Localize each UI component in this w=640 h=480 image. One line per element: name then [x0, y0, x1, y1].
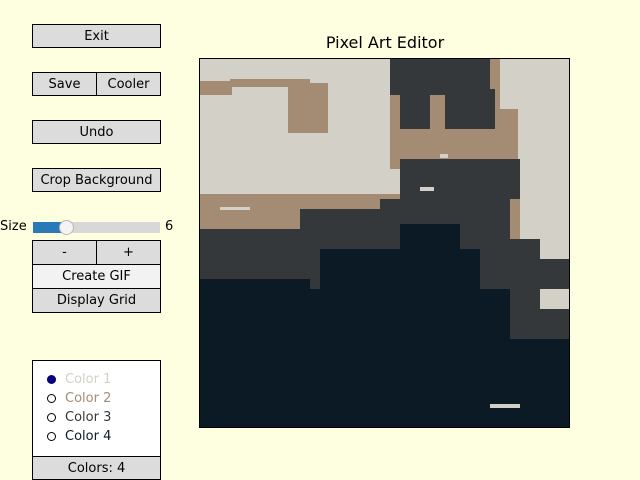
radio-button-icon[interactable]	[47, 431, 56, 441]
color-radio-group: Color 1 Color 2 Color 3 Color 4	[32, 360, 161, 457]
radio-button-icon[interactable]	[47, 374, 56, 384]
color-count-label: Colors: 4	[32, 456, 161, 480]
cooler-button[interactable]: Cooler	[96, 72, 161, 96]
radio-button-icon[interactable]	[47, 412, 56, 422]
undo-button[interactable]: Undo	[32, 120, 161, 144]
color-option-label: Color 2	[65, 390, 112, 406]
exit-button[interactable]: Exit	[32, 24, 161, 48]
color-option-1[interactable]: Color 1	[47, 370, 111, 388]
pixel-art-image[interactable]	[200, 59, 569, 427]
color-option-label: Color 1	[65, 371, 112, 387]
size-label: Size	[0, 219, 27, 234]
decrease-size-button[interactable]: -	[32, 240, 97, 265]
color-option-2[interactable]: Color 2	[47, 389, 111, 407]
radio-button-icon[interactable]	[47, 393, 56, 403]
size-slider[interactable]	[33, 220, 160, 235]
create-gif-button[interactable]: Create GIF	[32, 264, 161, 289]
page-title: Pixel Art Editor	[325, 33, 445, 52]
save-button[interactable]: Save	[32, 72, 97, 96]
color-option-4[interactable]: Color 4	[47, 427, 111, 445]
color-option-label: Color 4	[65, 428, 112, 444]
size-slider-handle[interactable]	[59, 220, 75, 235]
color-option-3[interactable]: Color 3	[47, 408, 111, 426]
crop-background-button[interactable]: Crop Background	[32, 168, 161, 192]
size-value: 6	[165, 219, 174, 234]
pixel-canvas[interactable]	[199, 58, 570, 428]
color-option-label: Color 3	[65, 409, 112, 425]
display-grid-button[interactable]: Display Grid	[32, 288, 161, 313]
increase-size-button[interactable]: +	[96, 240, 161, 265]
